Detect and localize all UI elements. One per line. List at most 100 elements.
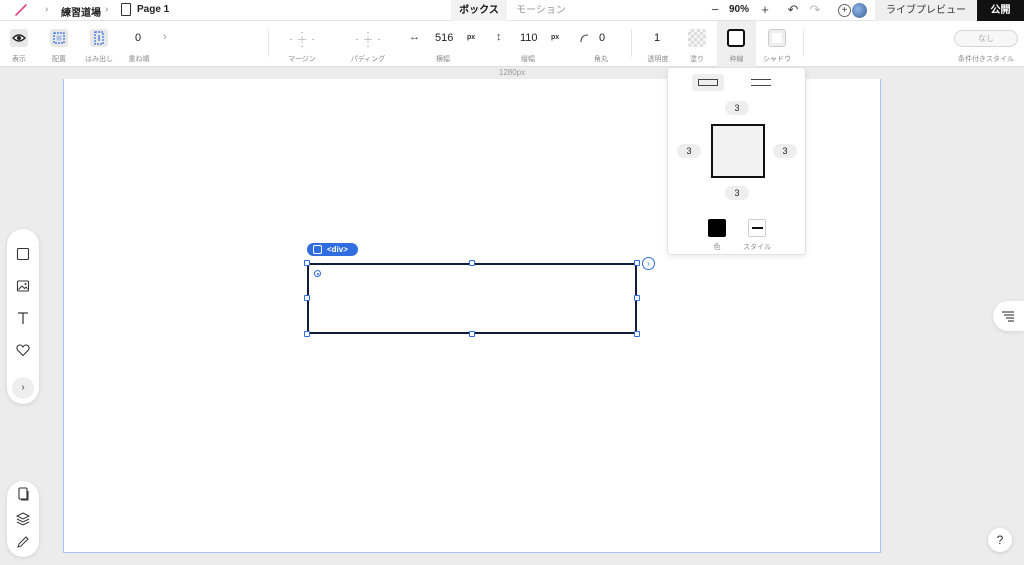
border-all-mode-button[interactable]	[692, 74, 724, 91]
conditional-style-label: 条件付きスタイル	[958, 56, 1014, 63]
box-icon[interactable]	[15, 246, 31, 262]
resize-handle[interactable]	[634, 295, 640, 301]
layout-label: 配置	[52, 56, 66, 63]
resize-handle[interactable]	[304, 331, 310, 337]
live-preview-button[interactable]: ライブプレビュー	[875, 0, 977, 21]
overflow-tool[interactable]: はみ出し	[82, 21, 116, 67]
width-value[interactable]: 516	[435, 32, 453, 44]
zoom-out-button[interactable]: −	[708, 2, 722, 18]
breadcrumb-project[interactable]: 練習道場	[61, 4, 101, 19]
border-tool[interactable]: 枠線	[717, 21, 756, 67]
divider	[268, 29, 269, 57]
selected-div[interactable]	[307, 263, 637, 334]
redo-button[interactable]: ↷	[807, 2, 823, 18]
outline-panel-button[interactable]	[993, 301, 1024, 331]
resize-handle[interactable]	[469, 260, 475, 266]
margin-icon: - - - -	[290, 30, 314, 49]
resize-handle[interactable]	[304, 295, 310, 301]
margin-tool[interactable]: - - - - マージン	[278, 21, 326, 67]
resize-handle[interactable]	[634, 331, 640, 337]
border-right-input[interactable]: 3	[773, 144, 797, 158]
border-label: 枠線	[729, 56, 744, 63]
border-icon	[727, 29, 745, 47]
chevron-right-icon: ›	[45, 4, 49, 15]
height-arrow-icon: ↕	[496, 31, 502, 43]
padding-icon: - - - -	[356, 30, 380, 49]
heart-icon[interactable]	[15, 342, 31, 358]
layout-tool[interactable]: 配置	[44, 21, 74, 67]
opacity-label: 透明度	[647, 56, 669, 63]
svg-text:-: -	[367, 44, 369, 49]
text-icon[interactable]	[15, 310, 31, 326]
secondary-toolbar	[7, 481, 39, 557]
width-arrow-icon: ↔	[409, 31, 420, 43]
element-tag-label: <div>	[327, 245, 348, 254]
avatar[interactable]	[852, 3, 867, 18]
border-style-label: スタイル	[743, 244, 771, 251]
shadow-label: シャドウ	[763, 56, 791, 63]
resize-handle[interactable]	[634, 260, 640, 266]
opacity-tool[interactable]: 1 透明度	[640, 21, 676, 67]
margin-label: マージン	[288, 56, 316, 63]
opacity-value[interactable]: 1	[654, 32, 660, 44]
border-top-input[interactable]: 3	[725, 101, 749, 115]
layers-icon[interactable]	[15, 511, 31, 527]
publish-button[interactable]: 公開	[977, 0, 1024, 21]
resize-handle[interactable]	[469, 331, 475, 337]
divider	[803, 29, 804, 57]
logo-icon[interactable]	[14, 3, 28, 17]
height-value[interactable]: 110	[520, 32, 538, 44]
border-color-label: 色	[713, 244, 721, 251]
border-style-solid-icon[interactable]	[748, 219, 766, 237]
display-tool[interactable]: 表示	[4, 21, 34, 67]
zindex-label: 重ね順	[128, 56, 150, 63]
image-icon[interactable]	[15, 278, 31, 294]
shadow-tool[interactable]: シャドウ	[759, 21, 795, 67]
zindex-value[interactable]: 0	[135, 32, 141, 44]
height-unit[interactable]: px	[551, 34, 559, 41]
border-preview-box	[711, 124, 765, 178]
zoom-level[interactable]: 90%	[729, 4, 749, 15]
border-left-input[interactable]: 3	[677, 144, 701, 158]
tab-motion[interactable]: モーション	[507, 0, 575, 21]
anchor-icon[interactable]	[314, 270, 321, 277]
width-unit[interactable]: px	[467, 34, 475, 41]
undo-button[interactable]: ↶	[785, 2, 801, 18]
property-toolbar: 表示 配置 はみ出し 0 重ね順 › - - - - マージン - - - - …	[0, 21, 1024, 67]
zindex-tool[interactable]: 0 重ね順	[124, 21, 154, 67]
border-popover: 3 3 3 3 色 スタイル	[667, 67, 806, 255]
svg-text:-: -	[312, 37, 314, 43]
svg-text:-: -	[356, 37, 358, 43]
pencil-icon[interactable]	[15, 534, 31, 550]
radius-tool[interactable]: 0 角丸	[576, 21, 626, 67]
invite-plus-icon[interactable]: +	[838, 4, 851, 17]
chevron-right-icon[interactable]: ›	[163, 31, 167, 43]
breadcrumb-page[interactable]: Page 1	[137, 4, 169, 15]
zoom-in-button[interactable]: +	[758, 2, 772, 18]
expand-toolbar-button[interactable]: ›	[12, 377, 34, 399]
canvas-ruler: 1280px	[0, 67, 1024, 79]
width-label: 横幅	[436, 56, 450, 63]
tab-box[interactable]: ボックス	[451, 0, 507, 21]
radius-value[interactable]: 0	[599, 32, 605, 44]
element-tag-badge[interactable]: <div>	[307, 243, 358, 256]
height-label: 縦幅	[521, 56, 535, 63]
layout-icon	[50, 29, 68, 47]
fill-tool[interactable]: 塗り	[682, 21, 712, 67]
border-bottom-input[interactable]: 3	[725, 186, 749, 200]
border-all-icon	[698, 79, 718, 86]
svg-text:-: -	[367, 30, 369, 36]
svg-text:-: -	[378, 37, 380, 43]
resize-handle[interactable]	[304, 260, 310, 266]
box-icon	[313, 245, 322, 254]
border-individual-mode-button[interactable]	[748, 74, 774, 91]
help-button[interactable]: ?	[988, 528, 1012, 552]
pages-icon[interactable]	[15, 486, 31, 502]
height-tool[interactable]: ↕ 110 px 縦幅	[490, 21, 566, 67]
padding-tool[interactable]: - - - - パディング	[344, 21, 392, 67]
svg-text:-: -	[290, 37, 292, 43]
width-tool[interactable]: ↔ 516 px 横幅	[405, 21, 481, 67]
border-color-swatch[interactable]	[708, 219, 726, 237]
chevron-right-icon[interactable]: ›	[642, 257, 655, 270]
eye-icon	[10, 29, 28, 47]
